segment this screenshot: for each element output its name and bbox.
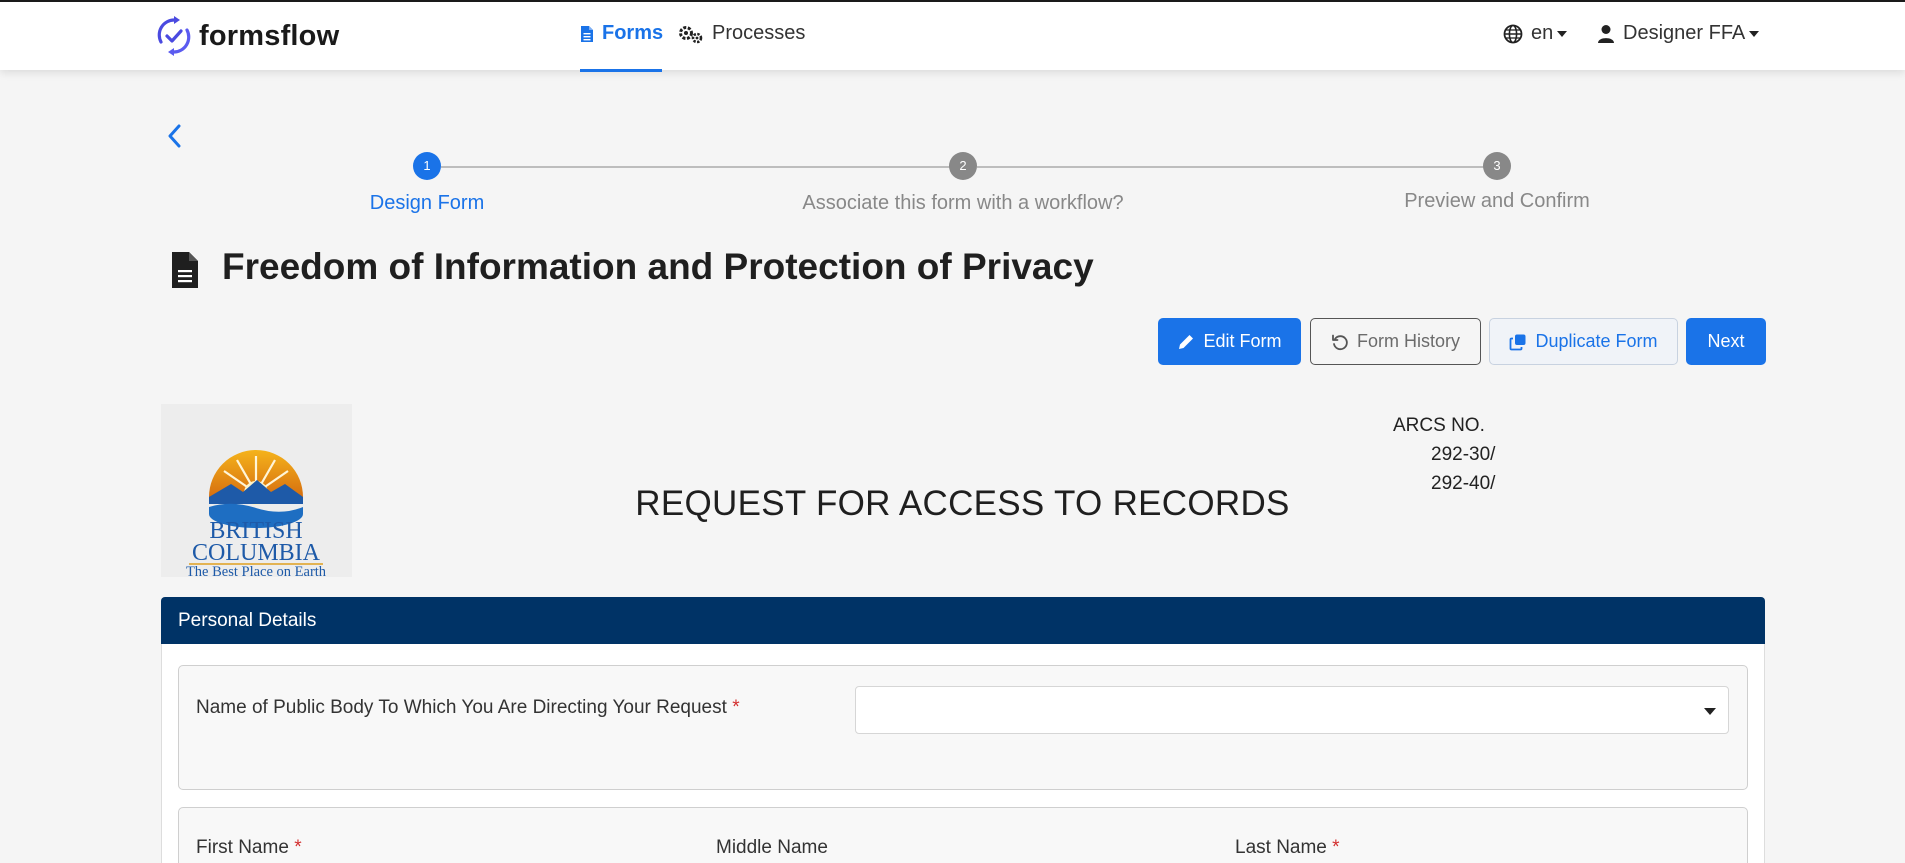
required-marker: * [294,837,302,858]
user-dropdown[interactable]: Designer FFA [1597,22,1760,45]
last-name-label-text: Last Name [1235,837,1327,858]
cogs-icon [679,25,703,43]
duplicate-form-button[interactable]: Duplicate Form [1489,318,1678,365]
brand-logo[interactable]: formsflow [155,14,339,58]
edit-form-button[interactable]: Edit Form [1158,318,1301,365]
step-connector [977,166,1484,168]
public-body-label-text: Name of Public Body To Which You Are Dir… [196,697,727,718]
name-fields-panel [178,807,1748,863]
next-button[interactable]: Next [1686,318,1766,365]
step-3-circle[interactable]: 3 [1483,152,1511,180]
nav-forms-label: Forms [602,22,664,44]
middle-name-label-text: Middle Name [716,837,828,858]
page-title: Freedom of Information and Protection of… [222,246,1094,287]
formsflow-logo-icon [157,16,191,56]
step-2-circle[interactable]: 2 [949,152,977,180]
user-icon [1598,24,1614,43]
form-title: REQUEST FOR ACCESS TO RECORDS [635,484,1290,523]
step-2-label[interactable]: Associate this form with a workflow? [802,192,1123,215]
chevron-down-icon [1749,30,1760,37]
next-label: Next [1707,331,1745,351]
step-1-label[interactable]: Design Form [370,192,484,215]
back-button[interactable] [163,121,187,151]
logo-text-line2: COLUMBIA [192,540,321,566]
section-header-personal-details: Personal Details [161,597,1765,644]
first-name-label-text: First Name [196,837,289,858]
logo-tagline: The Best Place on Earth [186,564,327,577]
caret-down-icon [1704,708,1716,715]
file-icon [581,25,593,42]
required-marker: * [1332,837,1340,858]
language-dropdown[interactable]: en [1503,22,1568,45]
arcs-number-1: 292-30/ [1431,444,1496,465]
file-alt-icon [172,252,198,288]
nav-processes-label: Processes [712,22,806,44]
form-history-button[interactable]: Form History [1310,318,1481,365]
nav-forms[interactable]: Forms [580,22,663,45]
public-body-select[interactable] [855,686,1729,734]
copy-icon [1510,334,1526,350]
required-marker: * [732,697,740,718]
arcs-label: ARCS NO. [1393,415,1485,436]
chevron-down-icon [1557,30,1568,37]
brand-name: formsflow [199,19,340,52]
step-3-label[interactable]: Preview and Confirm [1404,190,1590,213]
step-1-circle[interactable]: 1 [413,152,441,180]
form-history-label: Form History [1357,331,1460,351]
nav-processes[interactable]: Processes [678,22,805,45]
duplicate-form-label: Duplicate Form [1535,331,1658,351]
top-navbar: formsflow Forms Processes en Designer FF… [0,2,1905,72]
middle-name-field-label: Middle Name [716,837,828,859]
globe-icon [1503,24,1523,43]
first-name-field-label: First Name * [196,837,302,859]
pencil-icon [1179,334,1194,349]
step-connector [441,166,950,168]
language-label: en [1531,22,1554,44]
edit-form-label: Edit Form [1203,331,1282,351]
chevron-left-icon [168,124,181,148]
last-name-field-label: Last Name * [1235,837,1340,859]
public-body-field-label: Name of Public Body To Which You Are Dir… [196,697,740,719]
history-icon [1332,334,1348,350]
user-name: Designer FFA [1623,22,1746,44]
active-tab-indicator [580,69,662,72]
